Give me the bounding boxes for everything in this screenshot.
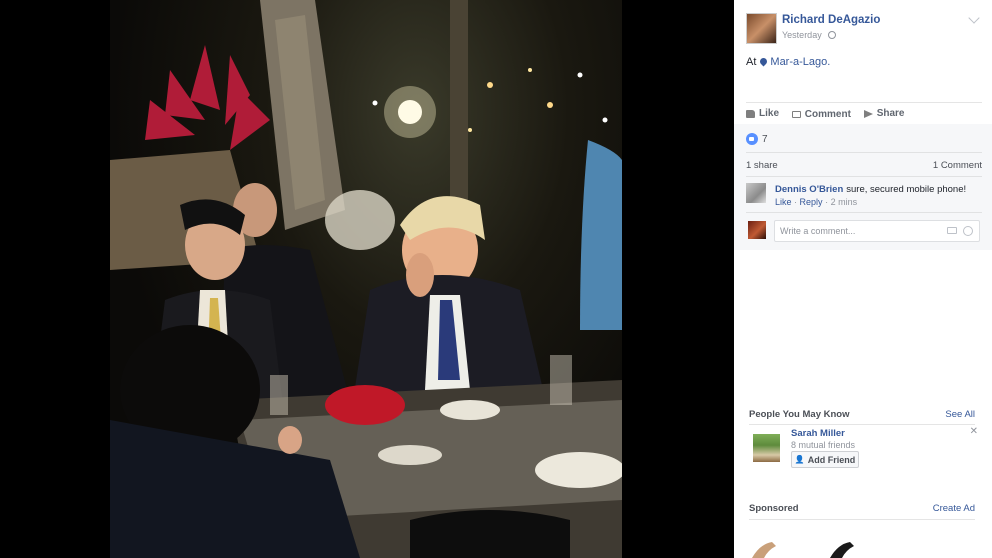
post-timestamp[interactable]: Yesterday xyxy=(782,30,837,40)
like-count-value: 7 xyxy=(762,133,768,145)
share-count[interactable]: 1 share xyxy=(746,160,778,171)
comment-time[interactable]: 2 mins xyxy=(831,197,858,207)
add-friend-icon: 👤 xyxy=(794,455,805,464)
comment-like-link[interactable]: Like xyxy=(775,197,792,207)
comment-button[interactable]: Comment xyxy=(791,108,851,120)
like-label: Like xyxy=(759,108,780,119)
reactions-section: 7 1 share 1 Comment Dennis O'Brien sure, … xyxy=(734,124,992,250)
emoji-icon[interactable] xyxy=(963,226,973,236)
photo-viewer xyxy=(0,0,734,558)
comment-reply-link[interactable]: Reply xyxy=(800,197,823,207)
commenter-avatar[interactable] xyxy=(746,183,766,203)
location-link[interactable]: Mar-a-Lago. xyxy=(770,56,830,68)
see-all-link[interactable]: See All xyxy=(945,409,975,420)
post-photo[interactable] xyxy=(110,0,622,558)
post-side-panel: Richard DeAgazio Yesterday At Mar-a-Lago.… xyxy=(734,0,992,558)
sponsored-title: Sponsored xyxy=(749,503,799,514)
globe-icon xyxy=(828,31,837,39)
post-actions: Like Comment Share xyxy=(746,108,915,121)
share-button[interactable]: Share xyxy=(863,108,905,119)
sponsored-ad-image[interactable] xyxy=(750,538,860,558)
add-friend-button[interactable]: 👤 Add Friend xyxy=(791,451,859,468)
like-reaction-icon xyxy=(746,133,758,145)
suggested-friend-name[interactable]: Sarah Miller xyxy=(791,428,845,439)
comment: Dennis O'Brien sure, secured mobile phone… xyxy=(775,184,966,195)
divider xyxy=(749,424,975,425)
location-prefix: At xyxy=(746,56,757,68)
close-icon[interactable]: ✕ xyxy=(970,426,978,437)
divider xyxy=(746,102,982,103)
comment-count[interactable]: 1 Comment xyxy=(933,160,982,171)
post-location: At Mar-a-Lago. xyxy=(746,56,830,68)
share-label: Share xyxy=(876,108,905,119)
divider xyxy=(749,519,975,520)
comment-label: Comment xyxy=(804,108,851,120)
comment-input[interactable]: Write a comment... xyxy=(774,220,980,242)
like-count[interactable]: 7 xyxy=(746,133,768,145)
divider xyxy=(746,212,982,213)
author-name[interactable]: Richard DeAgazio xyxy=(782,14,880,26)
chevron-down-icon[interactable] xyxy=(968,12,980,24)
comment-author[interactable]: Dennis O'Brien xyxy=(775,184,843,195)
photo-scene xyxy=(110,0,622,558)
people-you-may-know-title: People You May Know xyxy=(749,409,850,420)
author-avatar[interactable] xyxy=(746,13,777,44)
location-pin-icon xyxy=(758,56,769,67)
create-ad-link[interactable]: Create Ad xyxy=(933,503,975,514)
comment-icon xyxy=(791,110,801,118)
share-icon xyxy=(863,109,873,118)
post-time-text: Yesterday xyxy=(782,30,822,40)
current-user-avatar xyxy=(748,221,766,239)
like-button[interactable]: Like xyxy=(746,108,779,119)
mutual-friends[interactable]: 8 mutual friends xyxy=(791,440,855,450)
comment-meta: Like · Reply · 2 mins xyxy=(775,197,858,207)
comment-input-placeholder: Write a comment... xyxy=(780,226,856,236)
suggested-friend-avatar[interactable] xyxy=(753,434,780,462)
divider xyxy=(746,152,982,153)
comment-text: sure, secured mobile phone! xyxy=(846,184,967,195)
add-friend-label: Add Friend xyxy=(807,454,856,465)
camera-icon[interactable] xyxy=(947,227,957,234)
divider xyxy=(746,176,982,177)
like-icon xyxy=(746,109,755,118)
